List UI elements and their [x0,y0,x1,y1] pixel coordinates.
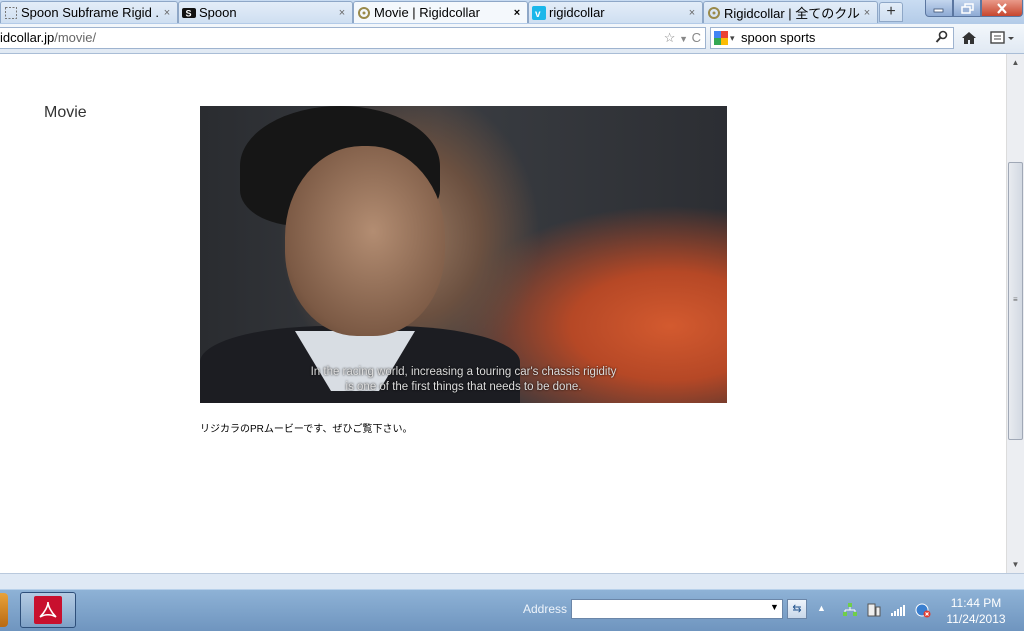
windows-taskbar: Address ▼ ⇆ ▲ 11:44 PM 11/24/2013 [0,589,1024,631]
close-tab-icon[interactable]: × [335,7,349,19]
grip-icon: ≡ [1013,295,1018,304]
close-tab-icon[interactable]: × [860,7,874,19]
device-icon[interactable] [866,602,882,618]
page-title: Movie [44,104,87,121]
network-tree-icon[interactable] [842,602,858,618]
rigidcollar-favicon [707,6,721,20]
search-engine-dropdown-icon[interactable]: ▾ [730,28,735,48]
taskbar-address-input[interactable] [571,599,783,619]
scroll-up-arrow-icon[interactable]: ▲ [1007,54,1024,71]
svg-text:S: S [186,8,192,18]
url-bar[interactable]: idcollar.jp/movie/ ☆ ▼ C [0,27,706,49]
url-path: /movie/ [54,30,97,45]
restore-button[interactable] [953,0,981,17]
taskbar-app-partial[interactable] [0,593,8,627]
clock-time: 11:44 PM [950,596,1002,610]
page-viewport: Movie In the racing world, increasing a … [0,54,1006,573]
history-dropdown-icon[interactable]: ▼ [679,34,688,44]
network-status-icon[interactable] [914,602,931,618]
close-icon [997,2,1007,14]
video-subtitle-line-1: In the racing world, increasing a tourin… [310,366,617,378]
show-hidden-icons-icon[interactable]: ▲ [817,603,826,613]
close-window-button[interactable] [981,0,1023,17]
minimize-button[interactable] [925,0,953,17]
clock-date: 11/24/2013 [946,612,1006,626]
tab-label: rigidcollar [549,5,605,20]
tab-movie-rigidcollar[interactable]: Movie | Rigidcollar × [353,1,528,23]
new-tab-button[interactable]: + [879,2,903,22]
reload-icon[interactable]: C [692,30,701,45]
tab-spoon-subframe[interactable]: Spoon Subframe Rigid ... × [0,1,178,23]
search-input[interactable]: spoon sports [741,28,815,48]
close-tab-icon[interactable]: × [510,7,524,19]
navigation-bar: idcollar.jp/movie/ ☆ ▼ C ▾ spoon sports [0,24,1024,54]
tab-label: Movie | Rigidcollar [374,5,480,20]
tab-label: Rigidcollar | 全てのクル... [724,6,860,21]
tab-label: Spoon [199,5,237,20]
taskbar-adobe-reader-button[interactable] [20,592,76,628]
video-caption-text: リジカラのPRムービーです、ぜひご覧下さい。 [200,424,413,435]
search-icon[interactable] [935,30,949,50]
address-dropdown-icon[interactable]: ▼ [770,602,779,612]
home-icon[interactable] [960,30,978,51]
vimeo-icon: v [532,5,546,20]
url-host: idcollar.jp [0,30,55,45]
tab-label: Spoon Subframe Rigid ... [21,5,160,20]
address-go-button[interactable]: ⇆ [787,599,807,619]
scrollbar-thumb[interactable]: ≡ [1008,162,1023,440]
adobe-reader-icon [34,596,62,624]
tab-spoon[interactable]: S Spoon × [178,1,353,23]
scroll-down-arrow-icon[interactable]: ▼ [1007,556,1024,573]
tab-strip: Spoon Subframe Rigid ... × S Spoon × Mov… [0,0,1024,24]
tab-rigidcollar-jp[interactable]: Rigidcollar | 全てのクル... × [703,1,878,23]
video-frame-figure-face [285,146,445,336]
restore-icon [960,2,974,14]
close-tab-icon[interactable]: × [160,7,174,19]
video-player[interactable]: In the racing world, increasing a tourin… [200,106,727,403]
spoon-logo-icon: S [182,6,196,20]
browser-status-strip [0,573,1024,590]
signal-strength-icon[interactable] [890,602,906,618]
video-subtitle-line-2: is one of the first things that needs to… [345,381,582,393]
bookmark-star-icon[interactable]: ☆ [664,30,676,45]
rigidcollar-favicon [357,6,371,20]
dotted-page-icon [4,6,18,20]
vertical-scrollbar[interactable]: ▲ ≡ ▼ [1006,54,1024,573]
video-subtitle: In the racing world, increasing a tourin… [200,365,727,395]
minimize-icon [933,8,944,13]
tab-vimeo-rigidcollar[interactable]: v rigidcollar × [528,1,703,23]
taskbar-address-label: Address [523,602,568,616]
google-icon[interactable] [714,31,728,45]
system-clock[interactable]: 11:44 PM 11/24/2013 [935,595,1017,627]
search-bar[interactable]: ▾ spoon sports [710,27,954,49]
bookmarks-menu-icon[interactable] [990,30,1016,51]
svg-text:v: v [535,9,541,20]
close-tab-icon[interactable]: × [685,7,699,19]
